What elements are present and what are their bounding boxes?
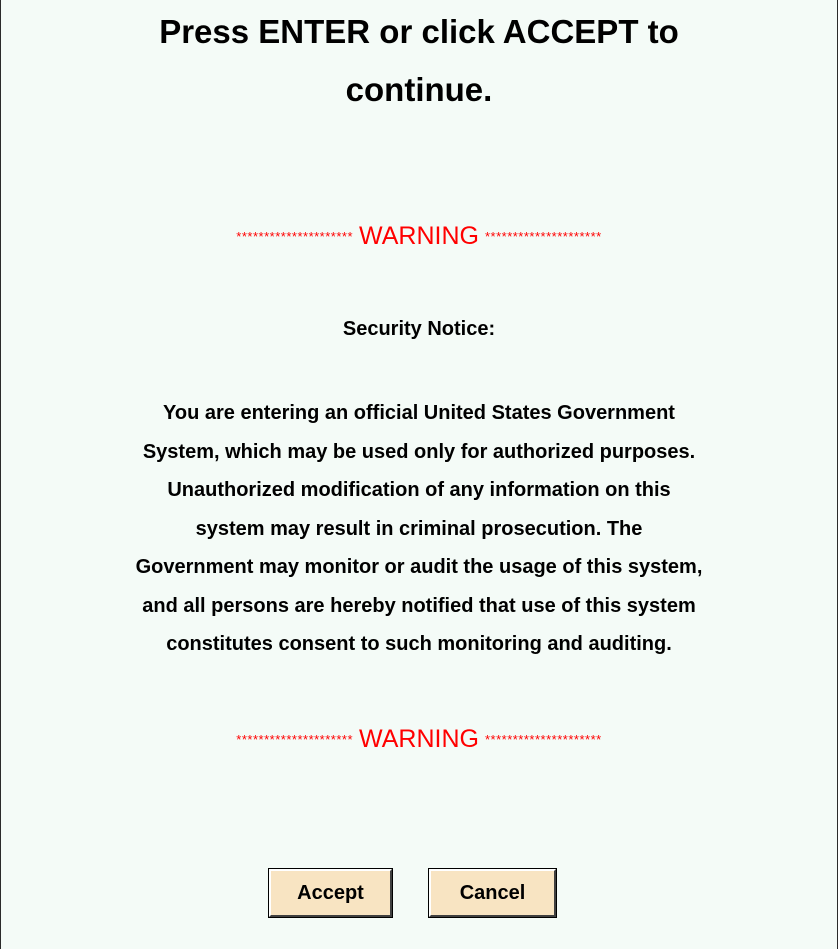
security-notice-title: Security Notice: bbox=[342, 318, 496, 340]
notice-line: constitutes consent to such monitoring a… bbox=[166, 633, 672, 655]
cancel-button[interactable]: Cancel bbox=[428, 868, 557, 918]
notice-line: and all persons are hereby notified that… bbox=[142, 594, 696, 617]
warning-stars-right: ********************* bbox=[484, 229, 602, 244]
warning-stars-right: ********************* bbox=[484, 732, 602, 747]
instruction-heading-line-1: Press ENTER or click ACCEPT to bbox=[159, 13, 679, 50]
notice-line: You are entering an official United Stat… bbox=[163, 402, 675, 424]
warning-stars-left: ********************* bbox=[236, 732, 354, 747]
accept-button[interactable]: Accept bbox=[268, 868, 393, 918]
warning-stars-left: ********************* bbox=[236, 229, 354, 244]
notice-line: system may result in criminal prosecutio… bbox=[195, 517, 643, 540]
warning-banner-top: ********************* WARNING ************… bbox=[0, 222, 838, 251]
warning-label: WARNING bbox=[359, 725, 479, 753]
instruction-heading-line-2: continue. bbox=[345, 71, 493, 108]
notice-line: Government may monitor or audit the usag… bbox=[135, 556, 703, 578]
notice-line: System, which may be used only for autho… bbox=[142, 440, 696, 463]
warning-banner-bottom: ********************* WARNING ************… bbox=[0, 725, 838, 754]
notice-line: Unauthorized modification of any informa… bbox=[167, 479, 671, 501]
warning-label: WARNING bbox=[359, 222, 479, 250]
security-notice-body: You are entering an official United Stat… bbox=[30, 394, 808, 664]
